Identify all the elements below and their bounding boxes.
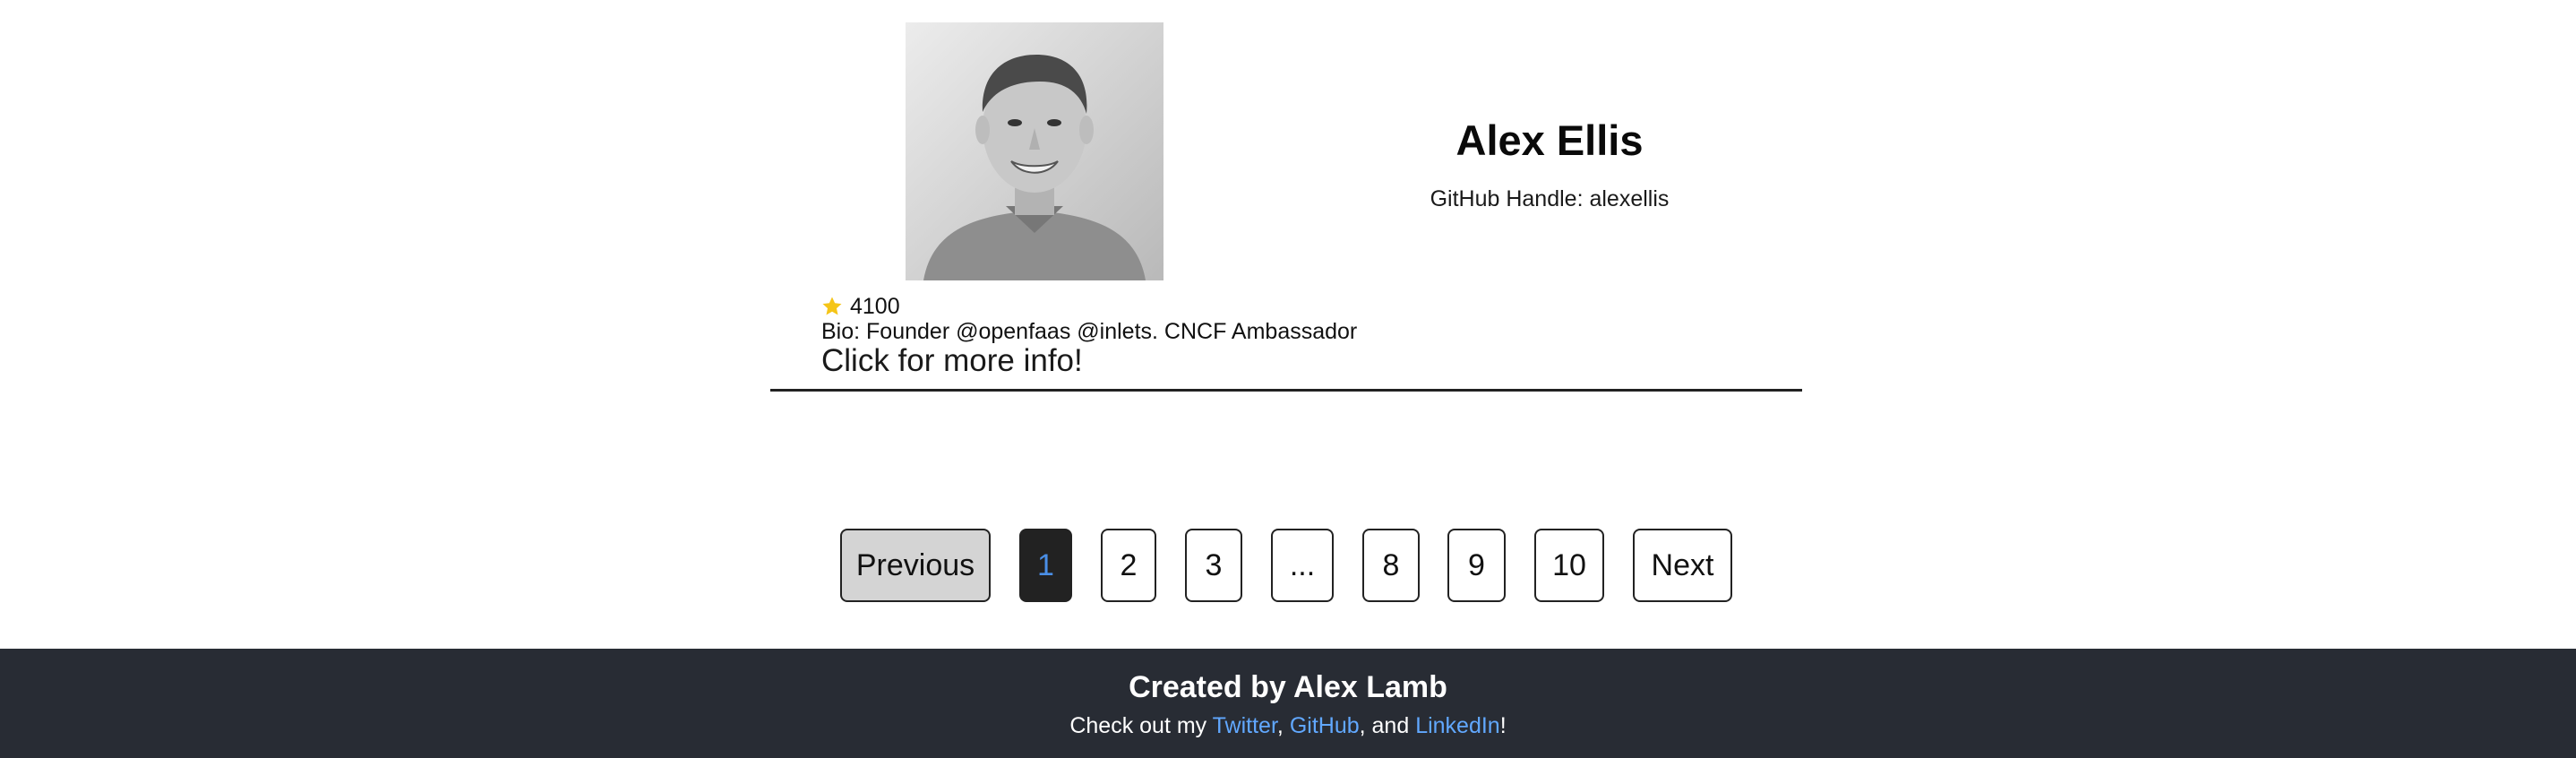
github-link[interactable]: GitHub bbox=[1290, 713, 1360, 738]
page-button-1[interactable]: 1 bbox=[1019, 529, 1072, 602]
profile-header: Alex Ellis GitHub Handle: alexellis bbox=[1326, 112, 1773, 212]
footer-text-prefix: Check out my bbox=[1069, 713, 1213, 738]
twitter-link[interactable]: Twitter bbox=[1213, 713, 1277, 738]
footer-title: Created by Alex Lamb bbox=[1129, 670, 1447, 704]
page-button-2[interactable]: 2 bbox=[1101, 529, 1156, 602]
profile-name: Alex Ellis bbox=[1455, 116, 1644, 164]
pagination: Previous 1 2 3 ... 8 9 10 Next bbox=[0, 529, 2576, 602]
github-handle: GitHub Handle: alexellis bbox=[1430, 186, 1670, 211]
previous-button[interactable]: Previous bbox=[840, 529, 991, 602]
avatar bbox=[906, 22, 1163, 280]
more-info-link[interactable]: Click for more info! bbox=[821, 342, 1083, 380]
footer-separator: , and bbox=[1359, 713, 1416, 738]
footer-separator: , bbox=[1276, 713, 1290, 738]
page-button-9[interactable]: 9 bbox=[1447, 529, 1506, 602]
star-icon bbox=[821, 296, 843, 317]
page-button-8[interactable]: 8 bbox=[1362, 529, 1420, 602]
footer: Created by Alex Lamb Check out my Twitte… bbox=[0, 649, 2576, 758]
footer-links-line: Check out my Twitter, GitHub, and Linked… bbox=[0, 711, 2576, 740]
footer-text-suffix: ! bbox=[1499, 713, 1507, 738]
page-button-10[interactable]: 10 bbox=[1534, 529, 1604, 602]
linkedin-link[interactable]: LinkedIn bbox=[1415, 713, 1500, 738]
avatar-photo bbox=[906, 22, 1163, 280]
page-ellipsis-button[interactable]: ... bbox=[1271, 529, 1334, 602]
next-button[interactable]: Next bbox=[1633, 529, 1732, 602]
profile-card[interactable]: Alex Ellis GitHub Handle: alexellis 4100… bbox=[770, 0, 1802, 392]
stars-count: 4100 bbox=[850, 293, 900, 319]
page-button-3[interactable]: 3 bbox=[1185, 529, 1242, 602]
